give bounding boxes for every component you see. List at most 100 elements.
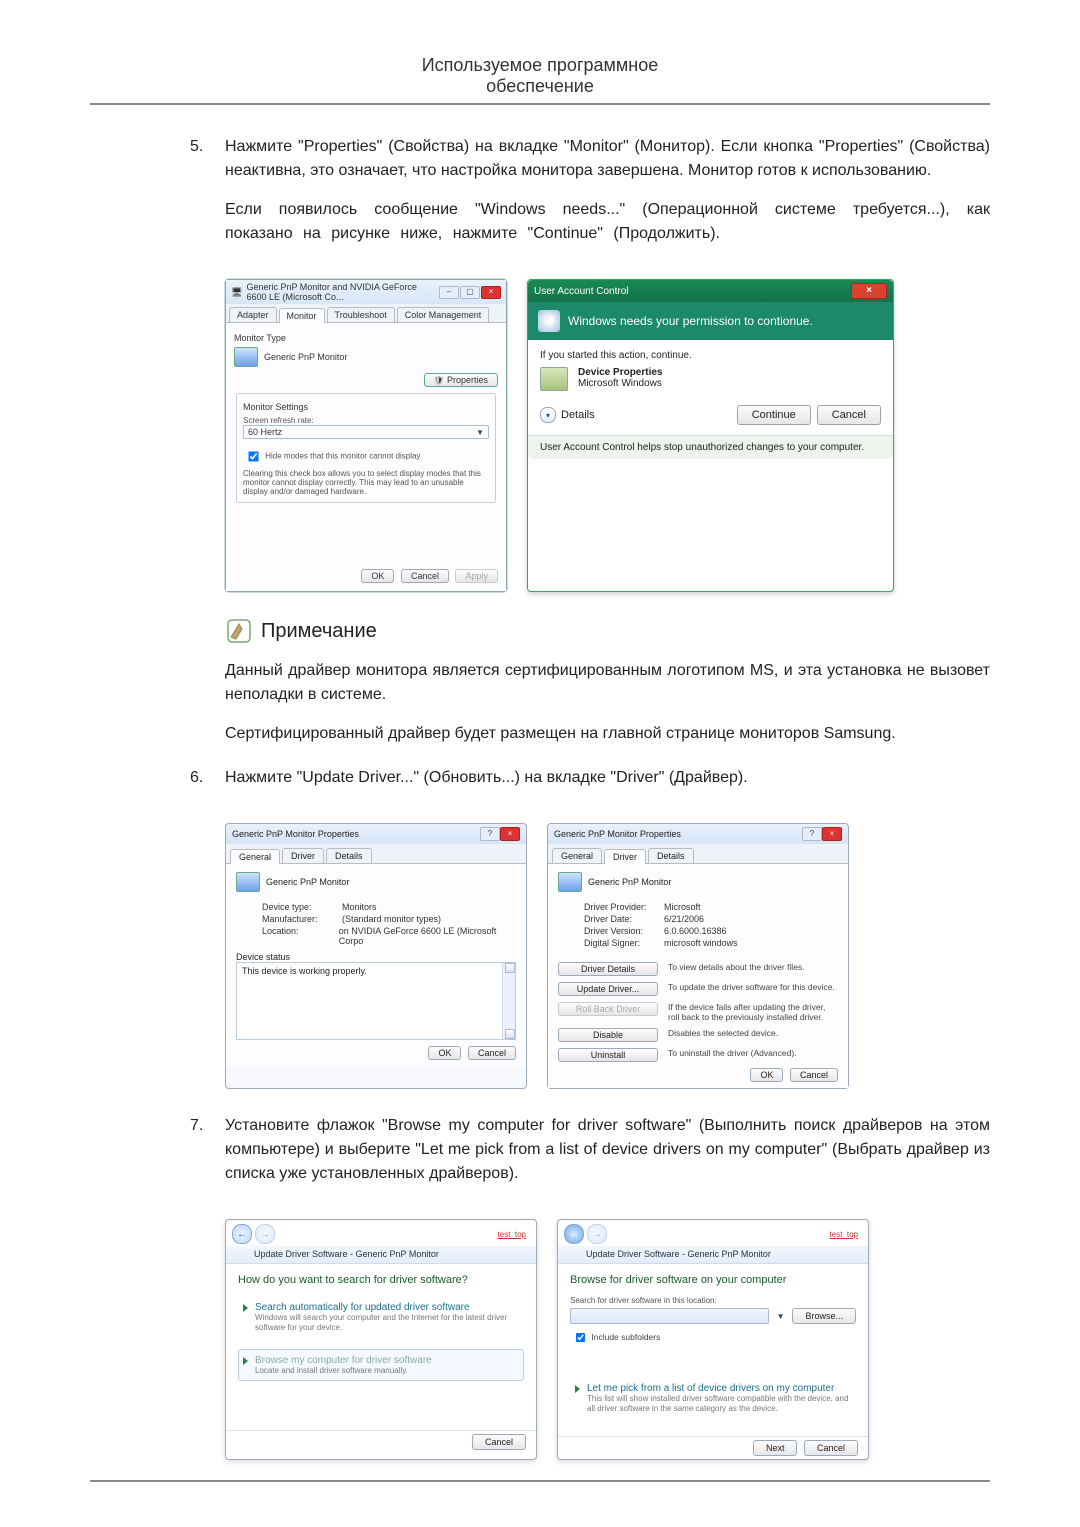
help-icon[interactable]: ? (802, 827, 822, 841)
location-label: Search for driver software in this locat… (570, 1296, 856, 1305)
continue-button[interactable]: Continue (737, 405, 811, 425)
ok-button[interactable]: OK (750, 1068, 783, 1082)
tab-general[interactable]: General (230, 849, 280, 864)
test-top-link[interactable]: test_top (498, 1230, 526, 1239)
tab-adapter[interactable]: Adapter (229, 307, 277, 322)
window-title: Generic PnP Monitor Properties (232, 829, 359, 839)
test-top-link[interactable]: test_top (830, 1230, 858, 1239)
close-icon[interactable]: × (851, 283, 887, 299)
close-icon[interactable]: × (500, 827, 520, 841)
close-icon[interactable]: × (822, 827, 842, 841)
disable-desc: Disables the selected device. (668, 1028, 838, 1038)
hide-modes-checkbox[interactable] (248, 451, 258, 461)
footer-rule (90, 1480, 990, 1482)
step-5-number: 5. (190, 135, 225, 261)
screenshot-row-3: ← → test_top Update Driver Software - Ge… (225, 1219, 990, 1459)
maximize-icon[interactable]: ▢ (460, 286, 480, 299)
location-input[interactable] (570, 1308, 769, 1324)
refresh-rate-label: Screen refresh rate: (243, 416, 489, 425)
window-title: Generic PnP Monitor and NVIDIA GeForce 6… (246, 282, 439, 302)
uninstall-button[interactable]: Uninstall (558, 1048, 658, 1062)
uac-title: User Account Control (534, 286, 629, 297)
note-icon (225, 617, 253, 645)
update-driver-button[interactable]: Update Driver... (558, 982, 658, 996)
tab-driver[interactable]: Driver (604, 849, 646, 864)
driver-details-desc: To view details about the driver files. (668, 962, 838, 972)
option-browse-computer[interactable]: Browse my computer for driver software L… (238, 1349, 524, 1382)
wizard-title: Update Driver Software - Generic PnP Mon… (558, 1246, 868, 1264)
shield-icon: 🛡 (538, 310, 560, 332)
rollback-driver-button[interactable]: Roll Back Driver (558, 1002, 658, 1016)
hide-modes-label: Hide modes that this monitor cannot disp… (265, 452, 420, 461)
device-name: Generic PnP Monitor (588, 877, 671, 887)
uac-publisher: Microsoft Windows (578, 378, 663, 389)
scrollbar[interactable] (502, 963, 515, 1039)
tab-monitor[interactable]: Monitor (279, 308, 325, 323)
step-7-number: 7. (190, 1114, 225, 1201)
screenshot-row-2: Generic PnP Monitor Properties ? × Gener… (225, 823, 990, 1089)
cancel-button[interactable]: Cancel (804, 1440, 858, 1456)
hide-modes-description: Clearing this check box allows you to se… (243, 469, 489, 496)
properties-button[interactable]: Properties (424, 373, 498, 387)
digital-signer-value: microsoft windows (664, 938, 738, 948)
monitor-icon (558, 872, 582, 892)
device-type-label: Device type: (262, 902, 342, 912)
monitor-settings-label: Monitor Settings (243, 402, 489, 412)
driver-details-button[interactable]: Driver Details (558, 962, 658, 976)
wizard-title: Update Driver Software - Generic PnP Mon… (226, 1246, 536, 1264)
tab-driver[interactable]: Driver (282, 848, 324, 863)
forward-icon: → (587, 1224, 607, 1244)
program-icon (540, 367, 568, 391)
help-icon[interactable]: ? (480, 827, 500, 841)
ok-button[interactable]: OK (428, 1046, 461, 1060)
tab-color-management[interactable]: Color Management (397, 307, 490, 322)
ok-button[interactable]: OK (361, 569, 394, 583)
monitor-name: Generic PnP Monitor (264, 352, 347, 362)
tab-details[interactable]: Details (326, 848, 372, 863)
manufacturer-label: Manufacturer: (262, 914, 342, 924)
driver-provider-value: Microsoft (664, 902, 701, 912)
minimize-icon[interactable]: – (439, 286, 459, 299)
cancel-button[interactable]: Cancel (468, 1046, 516, 1060)
step-6-text: Нажмите "Update Driver..." (Обновить...)… (225, 766, 990, 790)
driver-provider-label: Driver Provider: (584, 902, 664, 912)
header-rule (90, 103, 990, 105)
option-search-auto[interactable]: Search automatically for updated driver … (238, 1296, 524, 1338)
back-icon[interactable]: ← (564, 1224, 584, 1244)
cancel-button[interactable]: Cancel (790, 1068, 838, 1082)
tab-troubleshoot[interactable]: Troubleshoot (327, 307, 395, 322)
device-status-label: Device status (236, 952, 516, 962)
monitor-icon (234, 347, 258, 367)
location-label: Location: (262, 926, 339, 946)
include-subfolders-checkbox[interactable] (576, 1333, 585, 1342)
details-toggle[interactable]: ▾ Details (540, 407, 595, 423)
cancel-button[interactable]: Cancel (401, 569, 449, 583)
cancel-button[interactable]: Cancel (817, 405, 881, 425)
window-title: Generic PnP Monitor Properties (554, 829, 681, 839)
device-type-value: Monitors (342, 902, 377, 912)
disable-button[interactable]: Disable (558, 1028, 658, 1042)
step-5-text-2: Если появилось сообщение "Windows needs.… (225, 198, 990, 246)
option-pick-from-list[interactable]: Let me pick from a list of device driver… (570, 1377, 856, 1419)
back-icon[interactable]: ← (232, 1224, 252, 1244)
step-5: 5. Нажмите "Properties" (Свойства) на вк… (190, 135, 990, 261)
step-6: 6. Нажмите "Update Driver..." (Обновить.… (190, 766, 990, 805)
location-value: on NVIDIA GeForce 6600 LE (Microsoft Cor… (339, 926, 516, 946)
uac-banner-text: Windows needs your permission to contion… (568, 314, 813, 328)
apply-button[interactable]: Apply (455, 569, 498, 583)
dropdown-icon[interactable]: ▼ (774, 1312, 788, 1321)
include-subfolders-label: Include subfolders (591, 1332, 660, 1342)
screenshot-row-1: 🖥 Generic PnP Monitor and NVIDIA GeForce… (225, 279, 990, 592)
rollback-driver-desc: If the device fails after updating the d… (668, 1002, 838, 1022)
refresh-rate-select[interactable]: 60 Hertz▼ (243, 425, 489, 439)
device-status-box: This device is working properly. (236, 962, 516, 1040)
step-7-text: Установите флажок "Browse my computer fo… (225, 1114, 990, 1186)
cancel-button[interactable]: Cancel (472, 1434, 526, 1450)
tab-general[interactable]: General (552, 848, 602, 863)
wizard-heading: How do you want to search for driver sof… (238, 1274, 524, 1286)
browse-button[interactable]: Browse... (792, 1308, 856, 1324)
next-button[interactable]: Next (753, 1440, 798, 1456)
tab-details[interactable]: Details (648, 848, 694, 863)
close-icon[interactable]: × (481, 286, 501, 299)
step-6-number: 6. (190, 766, 225, 805)
